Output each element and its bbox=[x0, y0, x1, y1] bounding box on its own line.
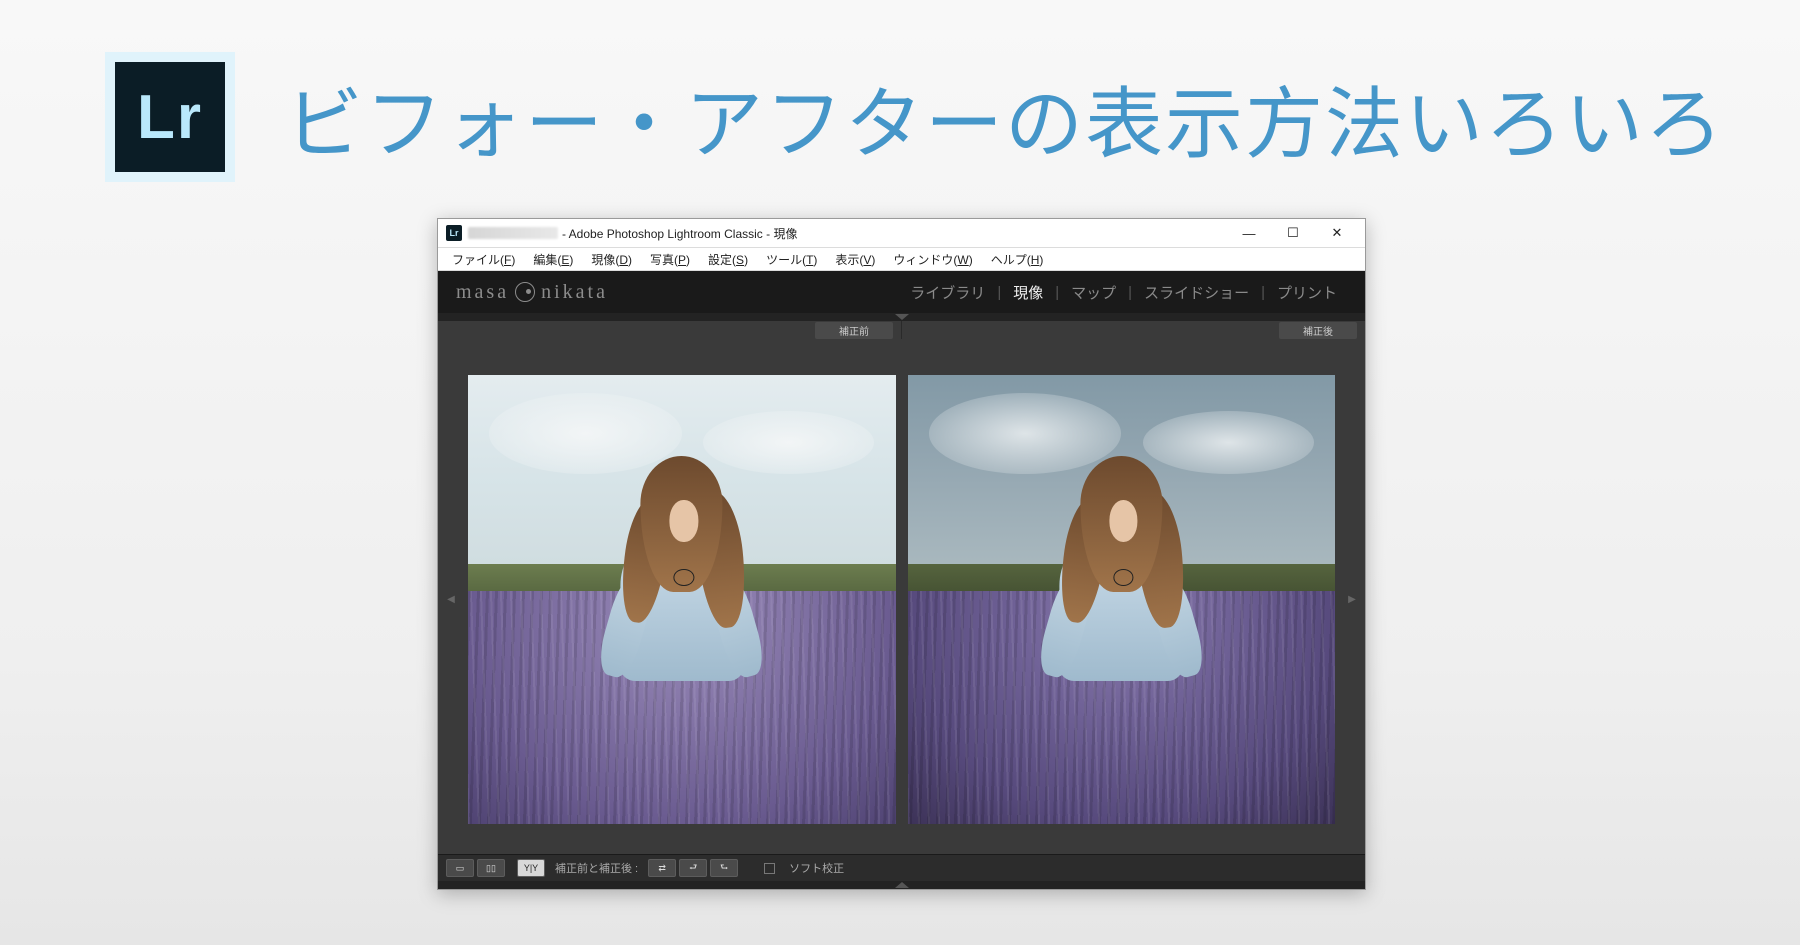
after-panel[interactable] bbox=[908, 363, 1336, 836]
menu-photo[interactable]: 写真(P) bbox=[642, 249, 698, 270]
lightroom-logo-text: Lr bbox=[115, 62, 225, 172]
module-map[interactable]: マップ bbox=[1061, 278, 1126, 307]
module-slideshow[interactable]: スライドショー bbox=[1134, 278, 1259, 307]
identity-right: nikata bbox=[541, 281, 608, 304]
module-print[interactable]: プリント bbox=[1267, 278, 1347, 307]
menu-help[interactable]: ヘルプ(H) bbox=[983, 249, 1052, 270]
menu-settings[interactable]: 設定(S) bbox=[700, 249, 756, 270]
window-titlebar: Lr - Adobe Photoshop Lightroom Classic -… bbox=[438, 219, 1365, 248]
maximize-button[interactable]: ☐ bbox=[1271, 219, 1315, 247]
redacted-filename bbox=[468, 227, 558, 239]
after-photo bbox=[908, 375, 1336, 824]
copy-before-button[interactable]: ⮐ bbox=[679, 859, 707, 877]
loupe-view-button[interactable]: ▭ bbox=[446, 859, 474, 877]
page: Lr ビフォー・アフターの表示方法いろいろ Lr - Adobe Photosh… bbox=[0, 0, 1800, 945]
app-window: Lr - Adobe Photoshop Lightroom Classic -… bbox=[437, 218, 1366, 890]
module-library[interactable]: ライブラリ bbox=[900, 278, 995, 307]
menu-view[interactable]: 表示(V) bbox=[827, 249, 883, 270]
compare-view-button[interactable]: ▯▯ bbox=[477, 859, 505, 877]
module-picker: ライブラリ| 現像| マップ| スライドショー| プリント bbox=[900, 278, 1347, 307]
compare-view: ◀ bbox=[438, 339, 1365, 854]
lightroom-logo: Lr bbox=[105, 52, 235, 182]
develop-toolbar: ▭ ▯▯ Y|Y 補正前と補正後 : ⇄ ⮐ ⮑ ソフト校正 bbox=[438, 854, 1365, 881]
left-panel-toggle[interactable]: ◀ bbox=[446, 363, 456, 836]
top-panel-toggle[interactable] bbox=[438, 313, 1365, 321]
before-after-lr-button[interactable]: Y|Y bbox=[517, 859, 545, 877]
menu-file[interactable]: ファイル(F) bbox=[444, 249, 523, 270]
compare-labels-row: 補正前 補正後 bbox=[438, 321, 1365, 339]
before-panel[interactable] bbox=[468, 363, 896, 836]
after-label: 補正後 bbox=[1279, 322, 1357, 339]
menubar: ファイル(F) 編集(E) 現像(D) 写真(P) 設定(S) ツール(T) 表… bbox=[438, 248, 1365, 271]
minimize-button[interactable]: — bbox=[1227, 219, 1271, 247]
menu-tools[interactable]: ツール(T) bbox=[758, 249, 825, 270]
right-panel-toggle[interactable]: ▶ bbox=[1347, 363, 1357, 836]
filmstrip-toggle[interactable] bbox=[438, 881, 1365, 889]
swap-button[interactable]: ⇄ bbox=[648, 859, 676, 877]
page-headline: ビフォー・アフターの表示方法いろいろ bbox=[285, 62, 1725, 174]
before-label: 補正前 bbox=[815, 322, 893, 339]
identity-dot-icon bbox=[515, 282, 535, 302]
module-develop[interactable]: 現像 bbox=[1003, 278, 1053, 307]
window-title: - Adobe Photoshop Lightroom Classic - 現像 bbox=[562, 225, 797, 242]
app-icon: Lr bbox=[446, 225, 462, 241]
before-after-mode-label: 補正前と補正後 : bbox=[551, 860, 642, 876]
soft-proof-label: ソフト校正 bbox=[785, 860, 848, 876]
menu-edit[interactable]: 編集(E) bbox=[525, 249, 581, 270]
soft-proof-checkbox[interactable] bbox=[764, 863, 775, 874]
identity-left: masa bbox=[456, 281, 509, 304]
menu-develop[interactable]: 現像(D) bbox=[583, 249, 640, 270]
app-body: masa nikata ライブラリ| 現像| マップ| スライドショー| プリン… bbox=[438, 271, 1365, 889]
before-photo bbox=[468, 375, 896, 824]
identity-and-modules: masa nikata ライブラリ| 現像| マップ| スライドショー| プリン… bbox=[438, 271, 1365, 313]
close-button[interactable]: ✕ bbox=[1315, 219, 1359, 247]
identity-plate: masa nikata bbox=[456, 281, 608, 304]
menu-window[interactable]: ウィンドウ(W) bbox=[885, 249, 980, 270]
copy-after-button[interactable]: ⮑ bbox=[710, 859, 738, 877]
